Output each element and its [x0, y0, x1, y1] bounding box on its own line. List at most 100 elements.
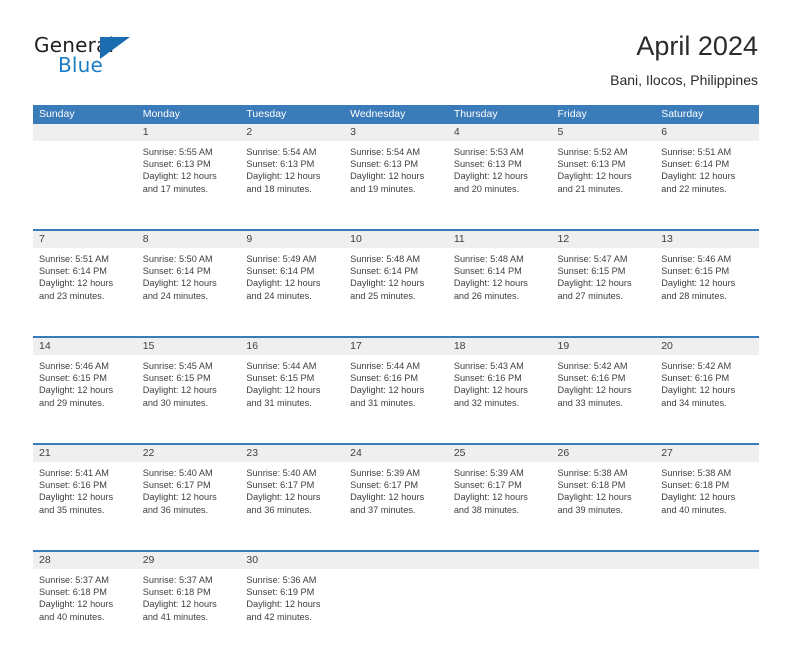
- day-number-cell[interactable]: 10: [344, 231, 448, 248]
- day-number-cell[interactable]: 12: [551, 231, 656, 248]
- day-cell[interactable]: Sunrise: 5:44 AM Sunset: 6:16 PM Daylight:…: [344, 355, 448, 443]
- daylight-text-line1: Daylight: 12 hours: [557, 385, 632, 396]
- day-number-cell[interactable]: 9: [240, 231, 345, 248]
- day-number-cell[interactable]: 16: [240, 338, 345, 355]
- day-number-cell[interactable]: 25: [447, 445, 552, 462]
- day-number: 18: [453, 340, 466, 352]
- day-number-cell[interactable]: 30: [240, 552, 345, 569]
- daylight-text-line2: and 24 minutes.: [142, 290, 209, 301]
- daylight-text-line1: Daylight: 12 hours: [661, 278, 736, 289]
- day-number-cell-empty: [447, 552, 552, 569]
- day-number-cell[interactable]: 15: [136, 338, 241, 355]
- day-cell[interactable]: Sunrise: 5:48 AM Sunset: 6:14 PM Daylight:…: [447, 248, 552, 336]
- day-cell[interactable]: Sunrise: 5:46 AM Sunset: 6:15 PM Daylight:…: [655, 248, 759, 336]
- daylight-text-line1: Daylight: 12 hours: [39, 599, 114, 610]
- sunset-text: Sunset: 6:13 PM: [142, 159, 211, 170]
- day-number-cell[interactable]: 7: [33, 231, 137, 248]
- day-cell[interactable]: Sunrise: 5:42 AM Sunset: 6:16 PM Daylight:…: [551, 355, 656, 443]
- day-cell[interactable]: Sunrise: 5:45 AM Sunset: 6:15 PM Daylight:…: [136, 355, 241, 443]
- day-cell[interactable]: Sunrise: 5:36 AM Sunset: 6:19 PM Daylight:…: [240, 569, 345, 657]
- day-details: Sunrise: 5:37 AM Sunset: 6:18 PM Daylight:…: [137, 569, 241, 623]
- day-number-cell[interactable]: 4: [447, 124, 552, 141]
- day-cell[interactable]: Sunrise: 5:51 AM Sunset: 6:14 PM Daylight:…: [33, 248, 137, 336]
- daylight-text-line2: and 26 minutes.: [453, 290, 520, 301]
- sunrise-text: Sunrise: 5:46 AM: [661, 254, 732, 264]
- day-number-cell[interactable]: 14: [33, 338, 137, 355]
- day-cell[interactable]: Sunrise: 5:55 AM Sunset: 6:13 PM Daylight:…: [136, 141, 241, 229]
- day-number-cell[interactable]: 24: [344, 445, 448, 462]
- day-number-cell[interactable]: 20: [655, 338, 759, 355]
- day-details: Sunrise: 5:48 AM Sunset: 6:14 PM Daylight:…: [448, 248, 552, 302]
- day-number-cell[interactable]: 21: [33, 445, 137, 462]
- day-number-cell[interactable]: 11: [447, 231, 552, 248]
- daylight-text-line1: Daylight: 12 hours: [246, 278, 321, 289]
- sunrise-text: Sunrise: 5:39 AM: [350, 468, 421, 478]
- day-cell[interactable]: Sunrise: 5:49 AM Sunset: 6:14 PM Daylight:…: [240, 248, 345, 336]
- day-number-cell[interactable]: 27: [655, 445, 759, 462]
- sunrise-text: Sunrise: 5:51 AM: [39, 254, 109, 264]
- day-cell[interactable]: Sunrise: 5:38 AM Sunset: 6:18 PM Daylight:…: [551, 462, 656, 550]
- day-number-cell[interactable]: 29: [136, 552, 241, 569]
- day-cell[interactable]: Sunrise: 5:43 AM Sunset: 6:16 PM Daylight:…: [447, 355, 552, 443]
- day-number: 12: [557, 233, 570, 245]
- day-cell[interactable]: Sunrise: 5:39 AM Sunset: 6:17 PM Daylight:…: [447, 462, 552, 550]
- day-number-cell[interactable]: 6: [655, 124, 759, 141]
- day-number-cell[interactable]: 5: [551, 124, 656, 141]
- day-cell[interactable]: Sunrise: 5:47 AM Sunset: 6:15 PM Daylight:…: [551, 248, 656, 336]
- day-cell[interactable]: Sunrise: 5:46 AM Sunset: 6:15 PM Daylight:…: [33, 355, 137, 443]
- day-number-cell[interactable]: 3: [344, 124, 448, 141]
- day-number-cell[interactable]: 1: [136, 124, 241, 141]
- day-cell[interactable]: Sunrise: 5:44 AM Sunset: 6:15 PM Daylight:…: [240, 355, 345, 443]
- daylight-text-line1: Daylight: 12 hours: [142, 171, 217, 182]
- daylight-text-line1: Daylight: 12 hours: [661, 492, 736, 503]
- day-cell[interactable]: Sunrise: 5:40 AM Sunset: 6:17 PM Daylight:…: [136, 462, 241, 550]
- sunset-text: Sunset: 6:17 PM: [453, 480, 522, 491]
- sunrise-text: Sunrise: 5:36 AM: [246, 575, 317, 585]
- day-cell[interactable]: Sunrise: 5:54 AM Sunset: 6:13 PM Daylight:…: [344, 141, 448, 229]
- day-number-cell[interactable]: 26: [551, 445, 656, 462]
- day-cell[interactable]: Sunrise: 5:37 AM Sunset: 6:18 PM Daylight:…: [33, 569, 137, 657]
- sunset-text: Sunset: 6:16 PM: [39, 480, 107, 491]
- day-cell[interactable]: Sunrise: 5:40 AM Sunset: 6:17 PM Daylight:…: [240, 462, 345, 550]
- daylight-text-line2: and 41 minutes.: [142, 611, 209, 622]
- daylight-text-line1: Daylight: 12 hours: [39, 278, 114, 289]
- day-number: 17: [350, 340, 362, 352]
- day-number-cell[interactable]: 18: [447, 338, 552, 355]
- day-cell[interactable]: Sunrise: 5:39 AM Sunset: 6:17 PM Daylight:…: [344, 462, 448, 550]
- day-number-cell[interactable]: 13: [655, 231, 759, 248]
- sunset-text: Sunset: 6:16 PM: [453, 373, 522, 384]
- triangle-icon: [100, 37, 130, 59]
- day-number-cell[interactable]: 8: [136, 231, 241, 248]
- day-cell[interactable]: Sunrise: 5:54 AM Sunset: 6:13 PM Daylight:…: [240, 141, 345, 229]
- day-cell[interactable]: Sunrise: 5:51 AM Sunset: 6:14 PM Daylight:…: [655, 141, 759, 229]
- sunset-text: Sunset: 6:13 PM: [246, 159, 315, 170]
- daylight-text-line1: Daylight: 12 hours: [39, 492, 114, 503]
- sunset-text: Sunset: 6:18 PM: [661, 480, 730, 491]
- sunset-text: Sunset: 6:18 PM: [557, 480, 626, 491]
- general-blue-logo[interactable]: General Blue: [34, 33, 184, 81]
- day-cell[interactable]: Sunrise: 5:52 AM Sunset: 6:13 PM Daylight:…: [551, 141, 656, 229]
- daylight-text-line1: Daylight: 12 hours: [453, 278, 528, 289]
- day-cell[interactable]: Sunrise: 5:37 AM Sunset: 6:18 PM Daylight:…: [136, 569, 241, 657]
- daylight-text-line1: Daylight: 12 hours: [350, 171, 425, 182]
- weekday-header-thursday: Thursday: [453, 108, 498, 120]
- day-number-cell[interactable]: 22: [136, 445, 241, 462]
- day-cell[interactable]: Sunrise: 5:48 AM Sunset: 6:14 PM Daylight:…: [344, 248, 448, 336]
- day-number-cell[interactable]: 2: [240, 124, 345, 141]
- day-number-cell[interactable]: 28: [33, 552, 137, 569]
- day-details: Sunrise: 5:49 AM Sunset: 6:14 PM Daylight:…: [240, 248, 344, 302]
- day-number: 20: [661, 340, 673, 352]
- day-number-cell[interactable]: 17: [344, 338, 448, 355]
- sunrise-text: Sunrise: 5:42 AM: [557, 361, 628, 371]
- day-number: 22: [142, 447, 155, 459]
- day-cell[interactable]: Sunrise: 5:50 AM Sunset: 6:14 PM Daylight:…: [136, 248, 241, 336]
- day-number-strip: 7 8 9 10 11 12 13: [33, 231, 759, 248]
- day-cell[interactable]: Sunrise: 5:41 AM Sunset: 6:16 PM Daylight:…: [33, 462, 137, 550]
- day-cell-empty: [447, 569, 552, 657]
- day-cell[interactable]: Sunrise: 5:42 AM Sunset: 6:16 PM Daylight:…: [655, 355, 759, 443]
- day-details: Sunrise: 5:40 AM Sunset: 6:17 PM Daylight:…: [137, 462, 241, 516]
- day-cell[interactable]: Sunrise: 5:38 AM Sunset: 6:18 PM Daylight:…: [655, 462, 759, 550]
- day-number-cell[interactable]: 23: [240, 445, 345, 462]
- day-cell[interactable]: Sunrise: 5:53 AM Sunset: 6:13 PM Daylight:…: [447, 141, 552, 229]
- day-number-cell[interactable]: 19: [551, 338, 656, 355]
